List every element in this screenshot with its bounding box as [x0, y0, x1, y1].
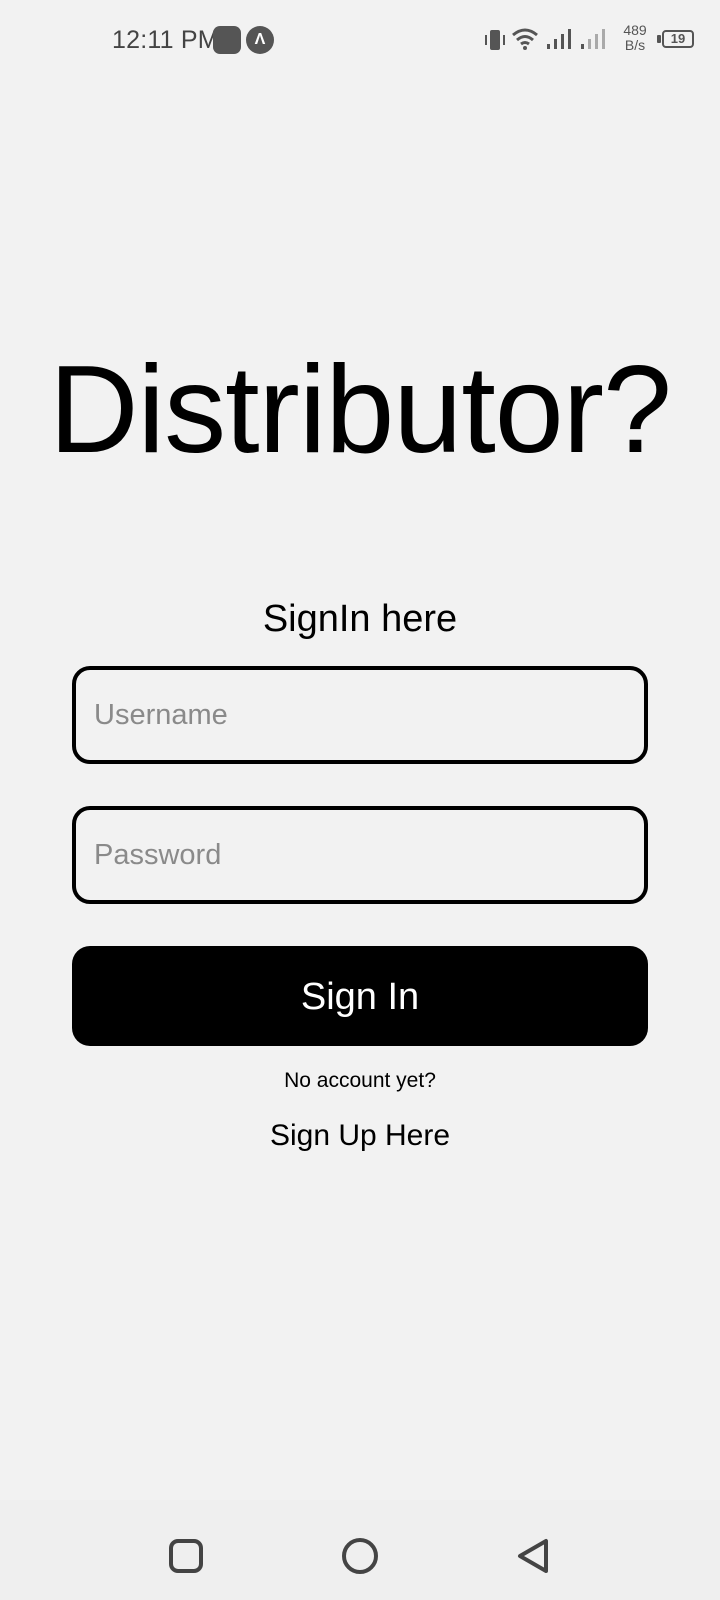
signin-subtitle: SignIn here — [262, 598, 458, 640]
app-notification-icon — [213, 26, 241, 54]
home-icon[interactable] — [340, 1536, 380, 1576]
navigation-notification-icon: Λ — [246, 26, 274, 54]
navigation-bar — [0, 1500, 720, 1600]
status-bar: 12:11 PM Λ 489 B/s 19 — [0, 0, 720, 80]
wifi-icon — [512, 28, 538, 50]
password-input[interactable] — [72, 806, 648, 904]
recent-apps-icon[interactable] — [166, 1536, 206, 1576]
page-title: Distributor? — [49, 341, 672, 479]
sign-up-link[interactable]: Sign Up Here — [0, 1118, 720, 1154]
network-speed: 489 B/s — [618, 23, 652, 53]
battery-icon: 19 — [662, 30, 694, 48]
signal-strength-secondary-icon — [581, 29, 605, 49]
battery-tip — [657, 35, 661, 43]
sign-in-button[interactable]: Sign In — [72, 946, 648, 1046]
signal-strength-icon — [547, 29, 571, 49]
clock: 12:11 PM — [112, 26, 219, 54]
vibrate-icon — [485, 30, 505, 50]
username-input[interactable] — [72, 666, 648, 764]
no-account-text: No account yet? — [284, 1069, 436, 1092]
back-icon[interactable] — [514, 1536, 554, 1576]
network-speed-value: 489 — [623, 22, 647, 38]
network-speed-unit: B/s — [624, 37, 646, 53]
